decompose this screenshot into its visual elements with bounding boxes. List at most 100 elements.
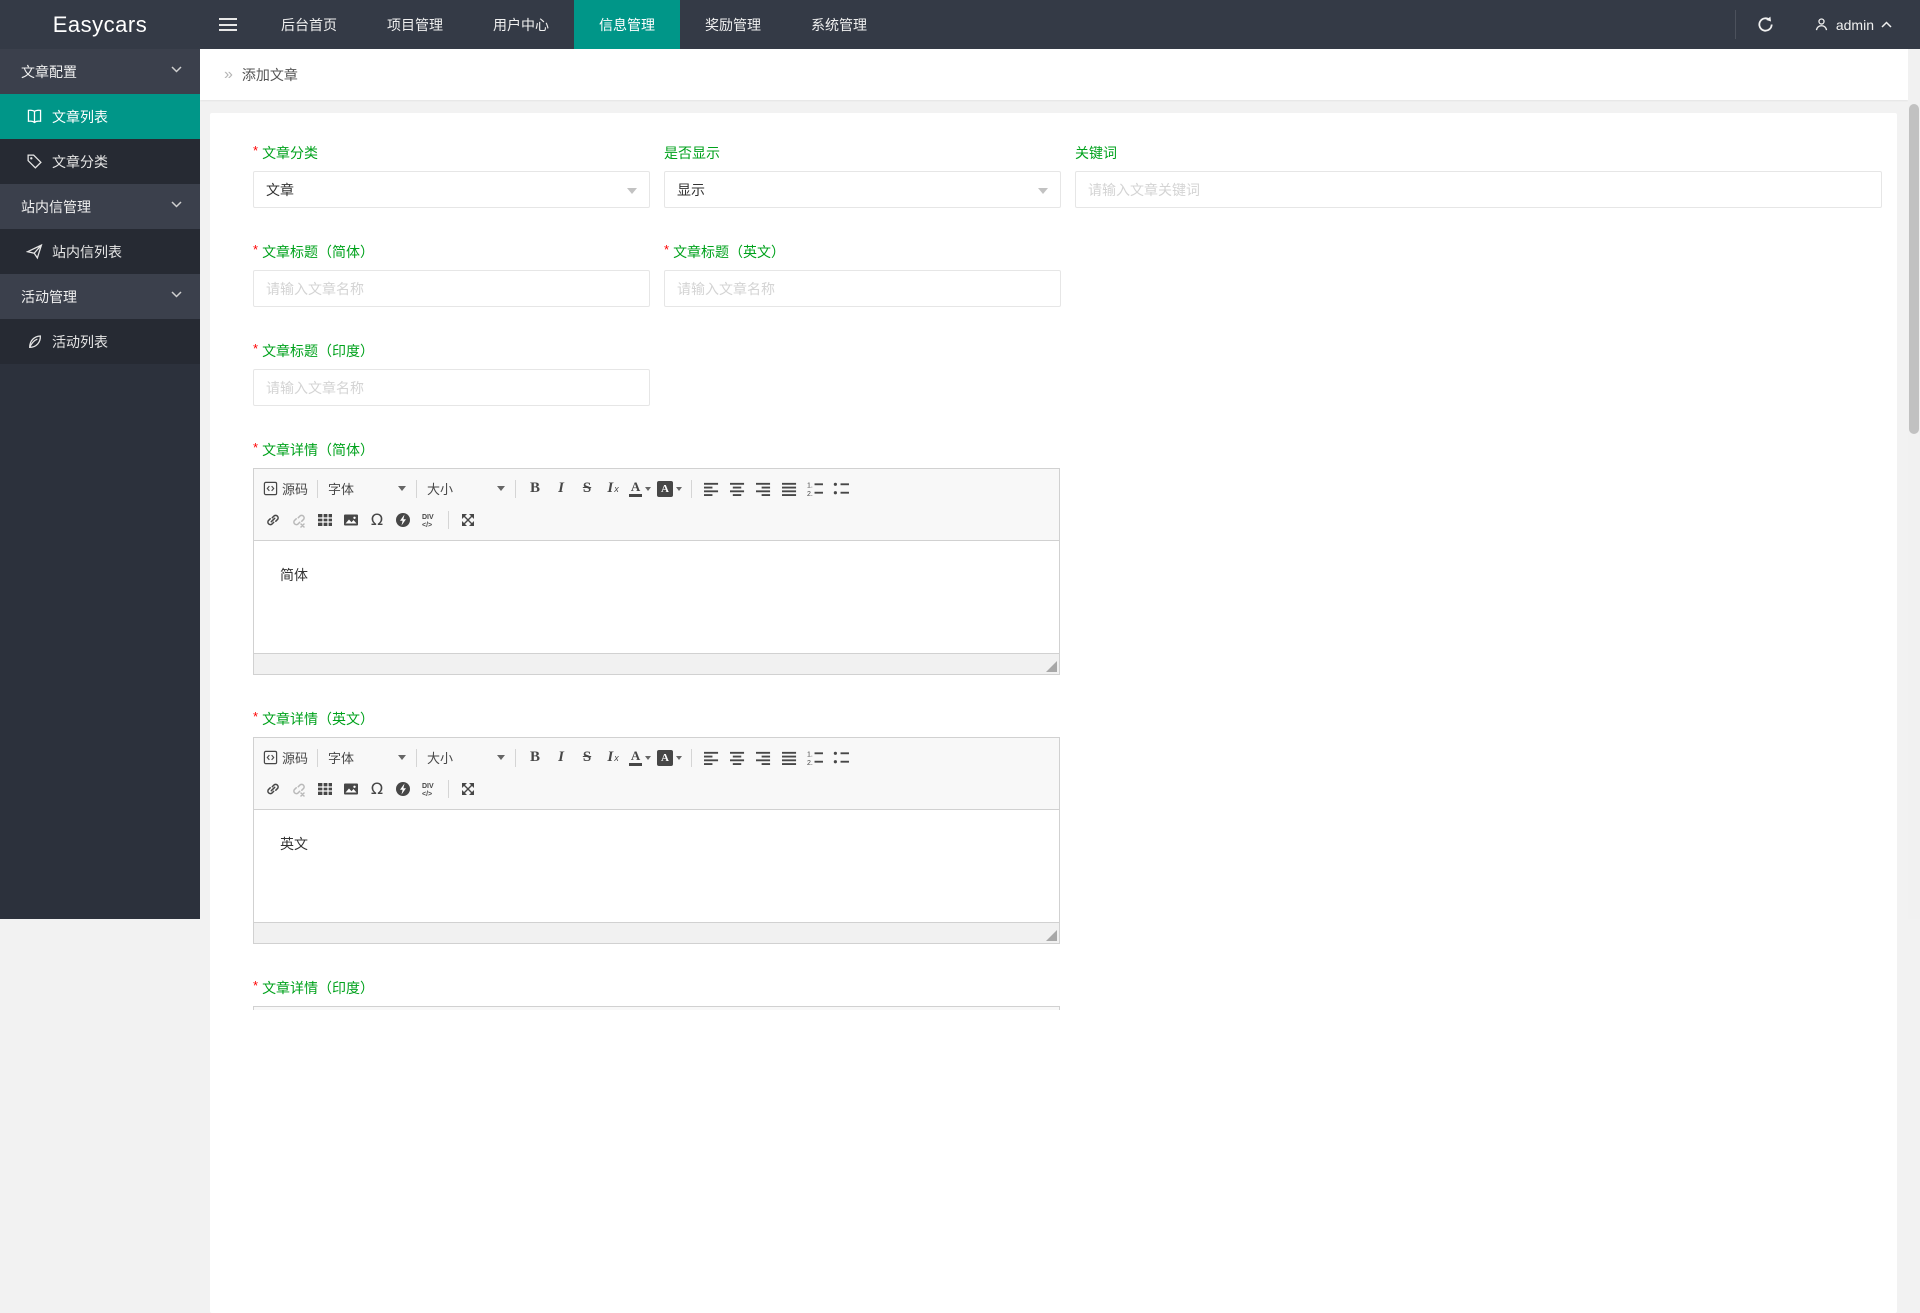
bold-button[interactable]: B [522,746,548,770]
align-right-button[interactable] [750,746,776,770]
bg-color-button[interactable]: A [654,477,685,501]
align-right-button[interactable] [750,477,776,501]
align-center-button[interactable] [724,477,750,501]
font-family-combo[interactable]: 字体 [324,746,410,770]
size-combo-label: 大小 [427,748,453,767]
unordered-list-button[interactable] [828,746,854,770]
user-menu[interactable]: admin [1796,0,1920,49]
link-button[interactable] [260,777,286,801]
toolbar-separator [448,511,449,529]
sidebar-toggle-button[interactable] [200,0,256,49]
username: admin [1836,17,1874,33]
flash-button[interactable] [390,508,416,532]
editor-content-cn[interactable]: 简体 [254,541,1059,653]
unordered-list-button[interactable] [828,477,854,501]
header-right: admin [1735,0,1920,49]
sidebar-group-activity[interactable]: 活动管理 [0,274,200,319]
div-container-button[interactable]: DIV</> [416,777,442,801]
select-caret-icon [627,188,637,194]
align-left-button[interactable] [698,477,724,501]
strikethrough-button[interactable]: S [574,746,600,770]
category-select[interactable]: 文章 [253,171,650,208]
image-button[interactable] [338,508,364,532]
resize-grip-icon[interactable] [1046,930,1057,941]
special-char-button[interactable]: Ω [364,777,390,801]
div-container-button[interactable]: DIV</> [416,508,442,532]
link-button[interactable] [260,508,286,532]
align-left-icon [704,481,719,496]
strikethrough-button[interactable]: S [574,477,600,501]
top-header: Easycars 后台首页 项目管理 用户中心 信息管理 奖励管理 系统管理 a… [0,0,1920,49]
chevron-down-icon [171,201,182,208]
title-in-input[interactable] [253,369,650,406]
remove-format-button[interactable]: Ix [600,746,626,770]
special-char-button[interactable]: Ω [364,508,390,532]
title-en-input[interactable] [664,270,1061,307]
nav-item-info-management[interactable]: 信息管理 [574,0,680,49]
align-justify-button[interactable] [776,477,802,501]
flash-button[interactable] [390,777,416,801]
richtext-editor-in [253,1006,1060,1010]
svg-text:DIV: DIV [422,783,434,790]
align-left-button[interactable] [698,746,724,770]
table-button[interactable] [312,777,338,801]
unlink-button[interactable] [286,777,312,801]
maximize-button[interactable] [455,777,481,801]
sidebar-group-site-mail[interactable]: 站内信管理 [0,184,200,229]
text-color-button[interactable]: A [626,477,654,501]
text-color-icon: A [629,480,642,497]
sidebar-item-article-list[interactable]: 文章列表 [0,94,200,139]
nav-item-user-center[interactable]: 用户中心 [468,0,574,49]
ordered-list-button[interactable]: 1.2. [802,746,828,770]
align-justify-button[interactable] [776,746,802,770]
resize-grip-icon[interactable] [1046,661,1057,672]
italic-button[interactable]: I [548,477,574,501]
editor-content-en[interactable]: 英文 [254,810,1059,922]
sidebar-item-site-mail-list[interactable]: 站内信列表 [0,229,200,274]
font-size-combo[interactable]: 大小 [423,746,509,770]
bg-color-button[interactable]: A [654,746,685,770]
font-size-combo[interactable]: 大小 [423,477,509,501]
align-center-button[interactable] [724,746,750,770]
scrollbar-thumb[interactable] [1909,104,1919,434]
omega-icon: Ω [371,510,383,529]
form-row-detail-en: *文章详情（英文） 源码 字体 [253,709,1882,944]
source-label: 源码 [282,748,308,767]
ordered-list-button[interactable]: 1.2. [802,477,828,501]
font-combo-label: 字体 [328,479,354,498]
maximize-button[interactable] [455,508,481,532]
nav-item-rewards[interactable]: 奖励管理 [680,0,786,49]
image-button[interactable] [338,777,364,801]
sidebar-group-article-config[interactable]: 文章配置 [0,49,200,94]
source-button[interactable]: 源码 [260,477,311,501]
unlink-button[interactable] [286,508,312,532]
refresh-button[interactable] [1736,0,1796,49]
table-button[interactable] [312,508,338,532]
remove-format-button[interactable]: Ix [600,477,626,501]
person-icon [1814,17,1829,32]
title-cn-input[interactable] [253,270,650,307]
visible-select[interactable]: 显示 [664,171,1061,208]
toolbar-separator [691,749,692,767]
page-scrollbar[interactable] [1908,49,1920,919]
text-color-button[interactable]: A [626,746,654,770]
editor-toolbar: 源码 字体 大小 B I [254,738,1059,810]
nav-item-system[interactable]: 系统管理 [786,0,892,49]
caret-icon [676,756,682,760]
leaf-icon [26,333,43,350]
unordered-list-icon [833,481,849,496]
sidebar-item-article-category[interactable]: 文章分类 [0,139,200,184]
unordered-list-icon [833,750,849,765]
align-right-icon [756,481,771,496]
bold-button[interactable]: B [522,477,548,501]
field-label-detail-cn: *文章详情（简体） [253,440,1060,459]
sidebar-item-activity-list[interactable]: 活动列表 [0,319,200,364]
align-center-icon [730,750,745,765]
unlink-icon [291,781,307,797]
keyword-input[interactable] [1075,171,1882,208]
nav-item-projects[interactable]: 项目管理 [362,0,468,49]
source-button[interactable]: 源码 [260,746,311,770]
nav-item-dashboard[interactable]: 后台首页 [256,0,362,49]
italic-button[interactable]: I [548,746,574,770]
font-family-combo[interactable]: 字体 [324,477,410,501]
